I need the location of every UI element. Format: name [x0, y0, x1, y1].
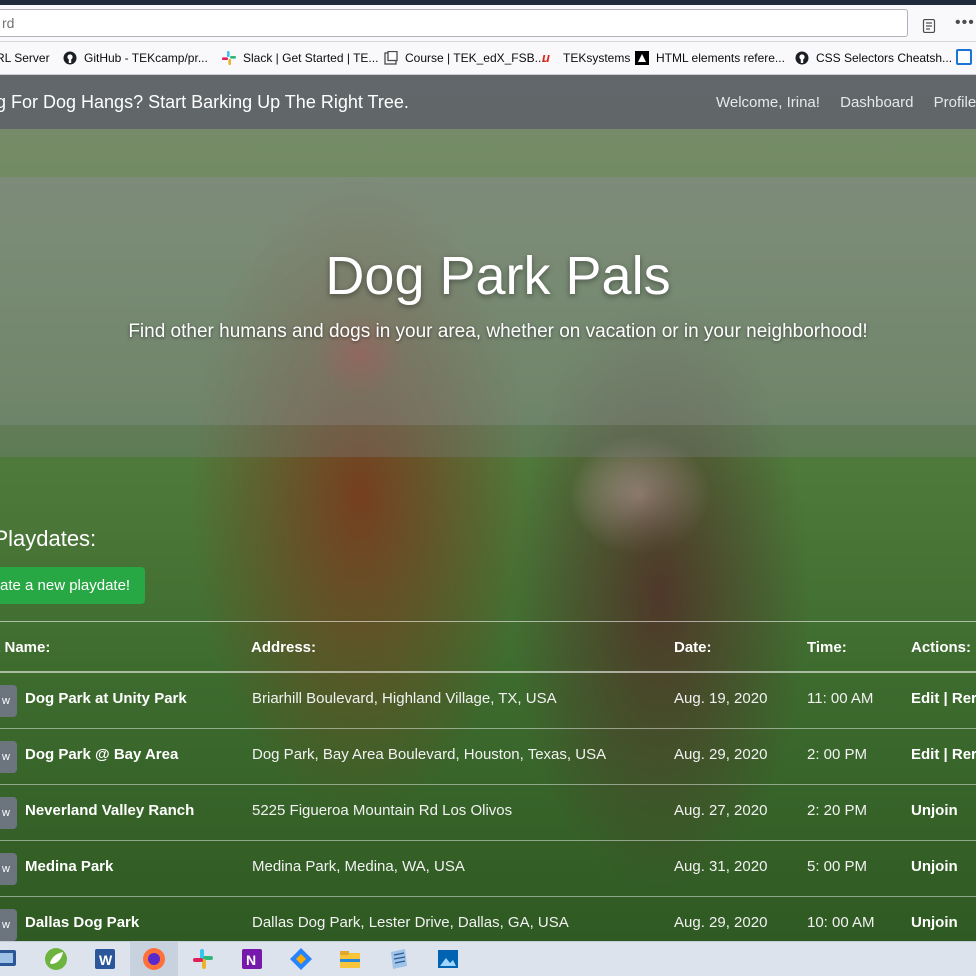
- site-navbar: g For Dog Hangs? Start Barking Up The Ri…: [0, 75, 976, 129]
- address-input[interactable]: rd: [0, 9, 908, 37]
- col-date: Date:: [674, 639, 712, 656]
- park-name: Neverland Valley Ranch: [25, 802, 195, 819]
- notepad-icon[interactable]: [386, 946, 412, 972]
- col-actions: Actions:: [911, 639, 971, 656]
- table-row: w Dog Park @ Bay Area Dog Park, Bay Area…: [0, 728, 976, 785]
- park-name: Dog Park at Unity Park: [25, 690, 187, 707]
- unjoin-link[interactable]: Unjoin: [911, 858, 958, 875]
- table-header: k Name: Address: Date: Time: Actions:: [0, 621, 976, 673]
- playdate-date: Aug. 29, 2020: [674, 746, 768, 763]
- col-time: Time:: [807, 639, 847, 656]
- view-button[interactable]: w: [0, 797, 17, 829]
- col-park-name: k Name:: [0, 639, 51, 656]
- playdate-date: Aug. 29, 2020: [674, 914, 768, 931]
- github-icon: [795, 51, 809, 65]
- table-row: w Dallas Dog Park Dallas Dog Park, Leste…: [0, 896, 976, 941]
- nav-profile[interactable]: Profile: [934, 94, 976, 111]
- bookmark-label: TEKsystems: [563, 51, 631, 65]
- playdate-date: Aug. 19, 2020: [674, 690, 768, 707]
- spring-icon[interactable]: [43, 946, 69, 972]
- url-bar: rd •••: [0, 5, 976, 42]
- playdate-date: Aug. 27, 2020: [674, 802, 768, 819]
- table-row: w Dog Park at Unity Park Briarhill Boule…: [0, 672, 976, 729]
- unjoin-link[interactable]: Unjoin: [911, 802, 958, 819]
- view-button[interactable]: w: [0, 909, 17, 941]
- slack-icon: [222, 51, 236, 65]
- park-address: Dog Park, Bay Area Boulevard, Houston, T…: [252, 746, 607, 763]
- onenote-icon[interactable]: N: [239, 946, 265, 972]
- playdate-time: 5: 00 PM: [807, 858, 868, 875]
- jira-icon[interactable]: [288, 946, 314, 972]
- playdates-heading: r Playdates:: [0, 526, 97, 551]
- file-explorer-icon[interactable]: [337, 946, 363, 972]
- photos-icon[interactable]: [435, 946, 461, 972]
- bookmark-slack[interactable]: Slack | Get Started | TE...: [222, 50, 378, 66]
- bookmark-label: CSS Selectors Cheatsh...: [816, 51, 953, 65]
- svg-text:N: N: [246, 952, 256, 968]
- nav-welcome[interactable]: Welcome, Irina!: [716, 94, 820, 111]
- playdate-time: 11: 00 AM: [807, 690, 874, 707]
- bookmark-teksystems[interactable]: u TEKsystems: [542, 50, 630, 66]
- col-address: Address:: [251, 639, 317, 656]
- firefox-icon[interactable]: [141, 946, 167, 972]
- park-address: Briarhill Boulevard, Highland Village, T…: [252, 690, 557, 707]
- bookmark-github-tekcamp[interactable]: GitHub - TEKcamp/pr...: [63, 50, 208, 66]
- address-text: rd: [2, 15, 15, 31]
- teksystems-icon: u: [542, 50, 550, 65]
- slack-icon[interactable]: [190, 946, 216, 972]
- view-button[interactable]: w: [0, 853, 17, 885]
- site-brand[interactable]: g For Dog Hangs? Start Barking Up The Ri…: [0, 92, 409, 113]
- hero-subtitle: Find other humans and dogs in your area,…: [128, 321, 868, 342]
- reader-view-icon[interactable]: [922, 19, 936, 33]
- playdate-time: 2: 00 PM: [807, 746, 868, 763]
- bookmark-label: GitHub - TEKcamp/pr...: [84, 51, 208, 65]
- table-row: w Medina Park Medina Park, Medina, WA, U…: [0, 840, 976, 897]
- park-name: Medina Park: [25, 858, 114, 875]
- playdate-time: 10: 00 AM: [807, 914, 875, 931]
- bookmark-overflow-icon[interactable]: [956, 49, 972, 65]
- bookmark-css-selectors[interactable]: CSS Selectors Cheatsh...: [795, 50, 952, 66]
- view-button[interactable]: w: [0, 741, 17, 773]
- word-icon[interactable]: W: [92, 946, 118, 972]
- park-address: Medina Park, Medina, WA, USA: [252, 858, 465, 875]
- park-address: Dallas Dog Park, Lester Drive, Dallas, G…: [252, 914, 569, 931]
- remote-app-icon[interactable]: [0, 946, 20, 972]
- more-icon[interactable]: •••: [955, 14, 975, 32]
- bookmarks-toolbar: RL Server GitHub - TEKcamp/pr... Slack |…: [0, 42, 976, 75]
- park-name: Dallas Dog Park: [25, 914, 140, 931]
- row-actions[interactable]: Edit | Rer: [911, 690, 976, 707]
- bookmark-rl-server[interactable]: RL Server: [0, 50, 50, 66]
- bookmark-label: HTML elements refere...: [656, 51, 785, 65]
- create-playdate-button[interactable]: ate a new playdate!: [0, 567, 145, 604]
- nav-links: Welcome, Irina! Dashboard Profile: [716, 94, 976, 111]
- bookmark-label: RL Server: [0, 51, 50, 65]
- row-actions[interactable]: Edit | Rer: [911, 746, 976, 763]
- svg-text:W: W: [99, 952, 113, 968]
- bookmark-label: Course | TEK_edX_FSB...: [405, 51, 545, 65]
- park-address: 5225 Figueroa Mountain Rd Los Olivos: [252, 802, 513, 819]
- hero-title: Dog Park Pals: [325, 246, 671, 306]
- bookmark-course[interactable]: Course | TEK_edX_FSB...: [384, 50, 545, 66]
- windows-taskbar: W N: [0, 941, 976, 976]
- bookmark-html-elements[interactable]: HTML elements refere...: [635, 50, 785, 66]
- nav-dashboard[interactable]: Dashboard: [840, 94, 913, 111]
- course-icon: [384, 51, 398, 65]
- playdate-time: 2: 20 PM: [807, 802, 868, 819]
- mdn-icon: [635, 51, 649, 65]
- park-name: Dog Park @ Bay Area: [25, 746, 179, 763]
- unjoin-link[interactable]: Unjoin: [911, 914, 958, 931]
- playdate-date: Aug. 31, 2020: [674, 858, 768, 875]
- github-icon: [63, 51, 77, 65]
- page-content: g For Dog Hangs? Start Barking Up The Ri…: [0, 75, 976, 941]
- bookmark-label: Slack | Get Started | TE...: [243, 51, 379, 65]
- table-row: w Neverland Valley Ranch 5225 Figueroa M…: [0, 784, 976, 841]
- hero-jumbotron: [0, 177, 976, 457]
- view-button[interactable]: w: [0, 685, 17, 717]
